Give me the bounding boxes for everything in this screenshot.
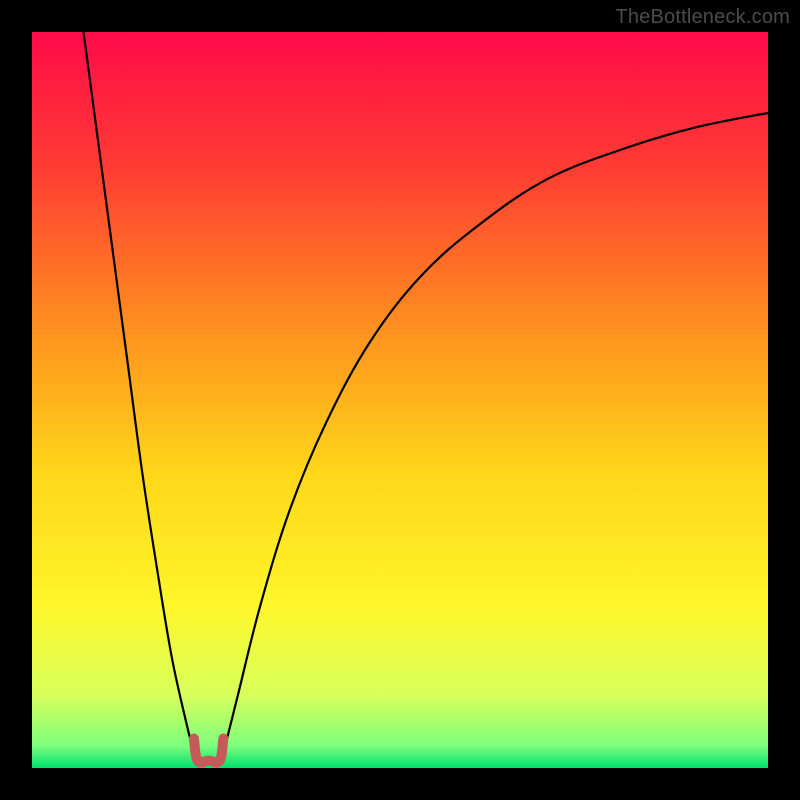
series-right-branch: [223, 113, 768, 753]
chart-frame: TheBottleneck.com: [0, 0, 800, 800]
series-left-branch: [84, 32, 194, 753]
watermark-text: TheBottleneck.com: [615, 6, 790, 29]
curve-layer: [32, 32, 768, 768]
series-minimum-marker: [194, 739, 223, 763]
plot-area: [32, 32, 768, 768]
